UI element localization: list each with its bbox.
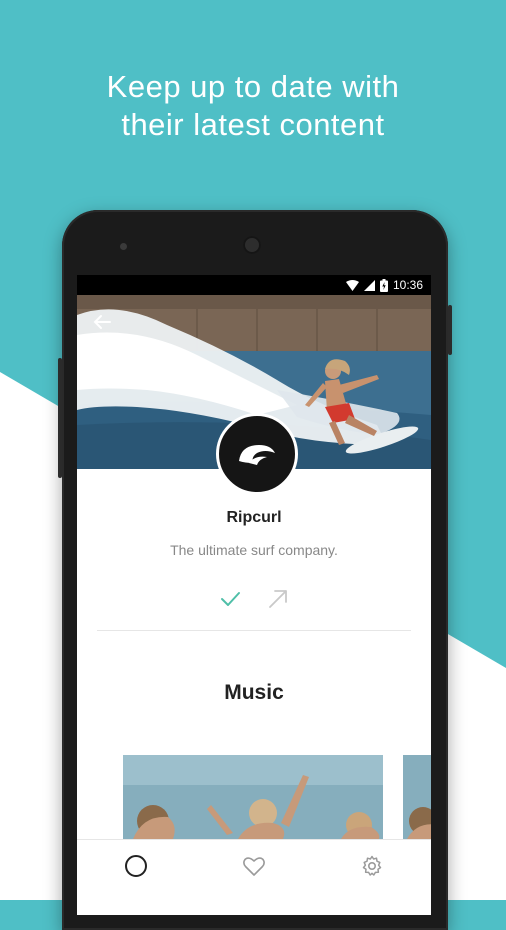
ripcurl-wave-logo — [239, 445, 275, 465]
nav-home[interactable] — [122, 852, 150, 880]
home-circle-icon — [125, 855, 147, 877]
card-photo — [123, 755, 383, 839]
check-icon[interactable] — [219, 588, 241, 610]
brand-avatar — [216, 413, 298, 495]
nav-settings[interactable] — [358, 852, 386, 880]
front-camera — [120, 243, 127, 250]
battery-icon — [379, 278, 388, 292]
heart-icon — [243, 857, 265, 876]
card-photo-next — [403, 755, 431, 839]
brand-description: The ultimate surf company. — [170, 542, 338, 558]
wifi-icon — [345, 279, 359, 291]
brand-name: Ripcurl — [226, 509, 282, 526]
status-time: 10:36 — [392, 278, 423, 292]
phone-device: 10:36 Ripcurl The ultimate surf company.… — [58, 210, 452, 930]
nav-favorites[interactable] — [240, 852, 268, 880]
settings-gear-icon — [362, 855, 382, 876]
back-arrow-icon[interactable] — [91, 311, 113, 333]
section-divider — [97, 630, 411, 631]
power-button — [448, 305, 452, 355]
signal-icon — [363, 279, 375, 291]
earpiece-speaker — [243, 236, 261, 254]
music-card-next[interactable] — [403, 755, 431, 839]
headline-line-1: Keep up to date with — [106, 69, 400, 104]
headline-line-2: their latest content — [121, 107, 385, 142]
profile-actions — [77, 588, 431, 610]
status-bar: 10:36 — [77, 275, 431, 295]
bottom-navigation — [77, 839, 431, 915]
music-card[interactable] — [123, 755, 383, 839]
promo-headline: Keep up to date with their latest conten… — [0, 68, 506, 144]
phone-screen: 10:36 Ripcurl The ultimate surf company.… — [77, 275, 431, 915]
share-arrow-icon[interactable] — [267, 588, 289, 610]
status-icons: 10:36 — [345, 278, 423, 292]
section-title: Music — [224, 681, 284, 704]
volume-button — [58, 358, 62, 478]
